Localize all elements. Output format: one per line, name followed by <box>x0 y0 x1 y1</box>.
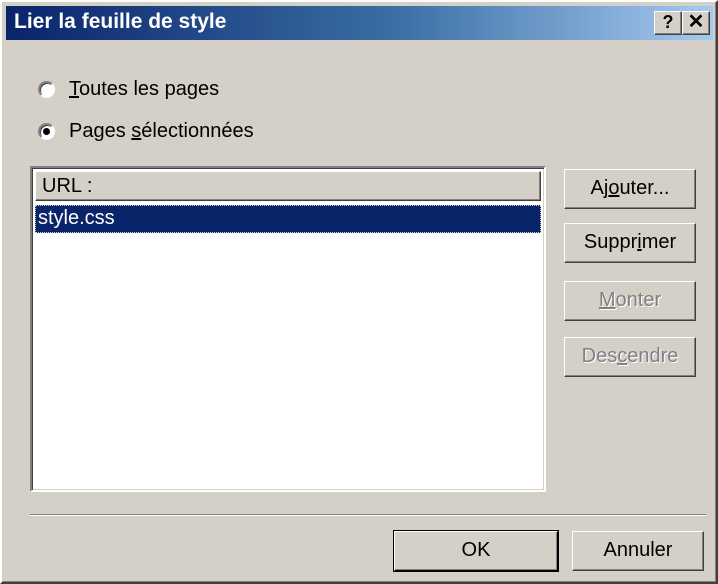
footer-separator <box>30 514 706 516</box>
radio-selected-pages-label: Pages sélectionnées <box>69 119 254 142</box>
ok-button[interactable]: OK <box>393 530 559 572</box>
title-bar[interactable]: Lier la feuille de style ? ✕ <box>6 6 713 40</box>
url-list[interactable]: URL : style.css <box>30 166 546 492</box>
radio-selected-pages[interactable]: Pages sélectionnées <box>38 118 254 144</box>
move-down-button[interactable]: Descendre <box>564 337 696 377</box>
radio-all-pages[interactable]: Toutes les pages <box>38 76 219 102</box>
url-column-header[interactable]: URL : <box>35 171 541 201</box>
radio-all-pages-circle-icon[interactable] <box>38 80 55 98</box>
move-up-button[interactable]: Monter <box>564 281 696 321</box>
radio-all-pages-label: Toutes les pages <box>69 77 220 100</box>
remove-button[interactable]: Supprimer <box>564 223 696 263</box>
list-item[interactable]: style.css <box>35 205 541 233</box>
close-button[interactable]: ✕ <box>682 11 710 35</box>
window-title: Lier la feuille de style <box>14 10 227 33</box>
add-button[interactable]: Ajouter... <box>564 169 696 209</box>
radio-selected-pages-circle-icon[interactable] <box>38 122 55 140</box>
link-stylesheet-dialog: Lier la feuille de style ? ✕ Toutes les … <box>0 0 718 584</box>
help-button[interactable]: ? <box>654 11 682 35</box>
cancel-button[interactable]: Annuler <box>572 531 704 571</box>
